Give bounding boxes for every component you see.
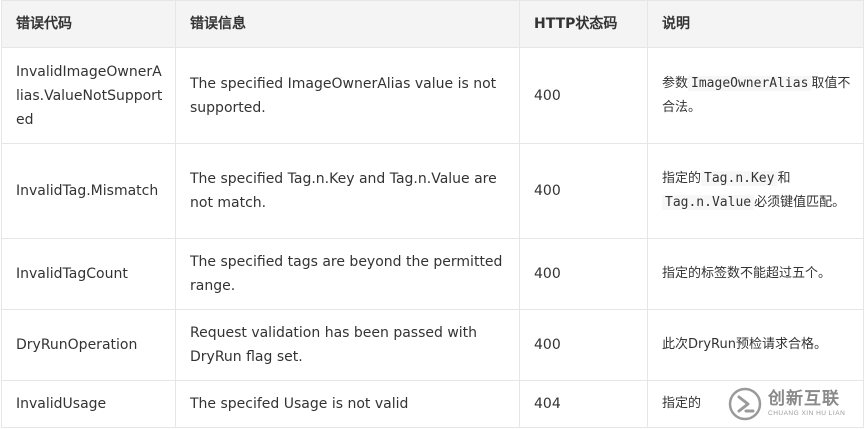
error-code-cell: InvalidTagCount [1,238,176,310]
header-error-code: 错误代码 [1,0,176,48]
table-row: InvalidTagCount The specified tags are b… [1,238,864,310]
error-code: DryRunOperation [16,337,138,353]
error-code: InvalidUsage [16,396,107,412]
error-message-cell: Request validation has been passed with … [175,309,520,381]
http-status-cell: 400 [519,309,648,381]
error-code-cell: InvalidUsage [1,380,176,428]
error-code: InvalidImageOwnerAlias.ValueNotSupported [16,63,163,128]
description-text: 此次DryRun预检请求合格。 [662,337,827,352]
description-text: 必须键值匹配。 [754,195,846,210]
http-status: 400 [534,87,561,104]
brand-watermark: 创新互联 CHUANG XIN HU LIAN [728,382,862,426]
http-status-cell: 404 [519,380,648,428]
chuangxin-logo-icon [728,387,762,421]
description-cell: 指定的标签数不能超过五个。 [647,238,864,310]
watermark-name-cn: 创新互联 [768,389,840,409]
error-code-table: 错误代码 错误信息 HTTP状态码 说明 InvalidImageOwnerAl… [1,0,864,428]
header-http-status: HTTP状态码 [519,0,648,48]
http-status-cell: 400 [519,238,648,310]
error-message: The specified ImageOwnerAlias value is n… [190,75,497,116]
description-code: Tag.n.Key [701,171,778,186]
description-text: 和 [777,171,791,186]
table-row: DryRunOperation Request validation has b… [1,309,864,381]
http-status-cell: 400 [519,47,648,144]
table-row: InvalidImageOwnerAlias.ValueNotSupported… [1,47,864,144]
error-code-cell: DryRunOperation [1,309,176,381]
error-code-cell: InvalidImageOwnerAlias.ValueNotSupported [1,47,176,144]
watermark-name-en: CHUANG XIN HU LIAN [768,410,846,417]
error-code: InvalidTagCount [16,266,128,282]
description-code: Tag.n.Value [662,195,755,210]
header-description: 说明 [647,0,864,48]
http-status: 400 [534,337,561,353]
http-status: 400 [534,183,561,199]
http-status: 400 [534,266,561,282]
error-message-cell: The specified tags are beyond the permit… [175,238,520,310]
error-code: InvalidTag.Mismatch [16,183,159,199]
http-status-cell: 400 [519,143,648,239]
http-status: 404 [534,396,561,412]
table-header-row: 错误代码 错误信息 HTTP状态码 说明 [1,0,864,48]
table-row: InvalidTag.Mismatch The specified Tag.n.… [1,143,864,239]
error-code-cell: InvalidTag.Mismatch [1,143,176,239]
description-text: 指定的标签数不能超过五个。 [662,266,832,281]
error-message: The specifed Usage is not valid [190,396,409,412]
description-text: 参数 [662,75,689,91]
description-code: ImageOwnerAlias [688,75,812,91]
error-message-cell: The specifed Usage is not valid [175,380,520,428]
description-cell: 此次DryRun预检请求合格。 [647,309,864,381]
description-cell: 指定的 Tag.n.Key 和 Tag.n.Value 必须键值匹配。 [647,143,864,239]
description-cell: 参数 ImageOwnerAlias 取值不合法。 [647,47,864,144]
error-message-cell: The specified ImageOwnerAlias value is n… [175,47,520,144]
description-text: 指定的 [662,396,702,411]
error-message-cell: The specified Tag.n.Key and Tag.n.Value … [175,143,520,239]
description-text: 指定的 [662,171,702,186]
error-message: The specified tags are beyond the permit… [190,254,503,294]
error-message: The specified Tag.n.Key and Tag.n.Value … [190,171,497,211]
header-error-message: 错误信息 [175,0,520,48]
error-message: Request validation has been passed with … [190,325,478,365]
